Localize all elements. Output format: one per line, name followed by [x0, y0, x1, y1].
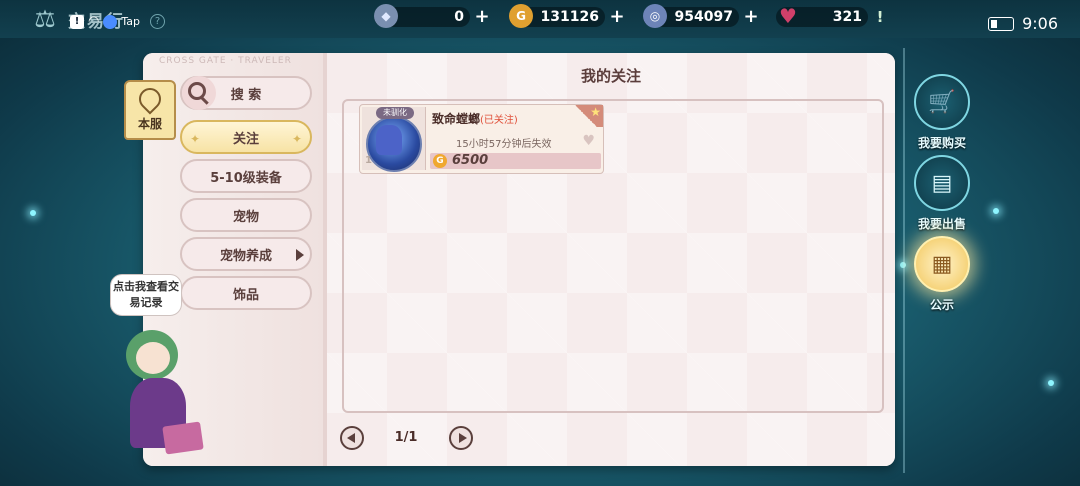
time-label: 9:06 — [1022, 14, 1058, 33]
nav-sell-label: 我要出售 — [917, 217, 966, 231]
untamed-badge: 未驯化 — [376, 107, 414, 119]
sparkle-left-icon: ✦ — [190, 132, 201, 146]
cart-icon: 🛒 — [914, 74, 970, 130]
trade-record-bubble[interactable]: 点击我查看交易记录 — [110, 274, 182, 316]
tap-label: Tap — [121, 15, 140, 28]
item-price: 6500 — [452, 153, 489, 168]
add-gold-button[interactable]: + — [609, 8, 625, 26]
item-level: 1 — [365, 155, 372, 166]
system-clock: 9:06 — [988, 14, 1058, 33]
gold-coin-icon: G — [433, 154, 447, 168]
character-face — [136, 342, 170, 374]
status-bar-icons: ! ◠ Tap ? — [70, 14, 165, 29]
followed-tag: (已关注) — [480, 115, 518, 126]
wifi-icon: ◠ — [88, 14, 100, 29]
category-label: 宠物 — [232, 209, 259, 225]
prev-page-button[interactable] — [340, 426, 364, 450]
resource-diamond: ◆ 0 + — [374, 4, 490, 28]
gem-icon: ◆ — [374, 4, 398, 28]
expand-arrow-icon — [296, 249, 304, 261]
add-crystal-button[interactable]: + — [743, 8, 759, 26]
star-icon: ★ — [590, 105, 601, 119]
item-name-text: 致命螳螂 — [432, 112, 481, 126]
category-label: 关注 — [232, 131, 259, 147]
server-region-tag[interactable]: 本服 — [124, 80, 176, 140]
sparkle-decoration — [993, 208, 999, 214]
top-bar: ⚖ 交易行 ! ◠ Tap ? ◆ 0 + G 131126 + ◎ 95409… — [0, 0, 1080, 38]
page-title: 我的关注 — [580, 67, 641, 85]
search-button[interactable]: 搜 索 — [180, 76, 312, 110]
brand-watermark: CROSS GATE · TRAVELER — [159, 56, 292, 66]
nav-notice-label: 公示 — [929, 298, 954, 312]
nav-sell[interactable]: ▤ 我要出售 — [914, 155, 970, 232]
category-equipment[interactable]: 5-10级装备 — [180, 159, 312, 193]
price-bar: G 6500 — [430, 153, 601, 169]
blue-coin-icon: ◎ — [643, 4, 667, 28]
region-label: 本服 — [137, 117, 162, 131]
item-image: 未驯化 1 — [362, 107, 426, 172]
page-indicator: 1/1 — [394, 430, 418, 445]
resource-crystal: ◎ 954097 + — [643, 4, 759, 28]
category-pet[interactable]: 宠物 — [180, 198, 312, 232]
category-pet-training[interactable]: 宠物养成 — [180, 237, 312, 271]
item-card[interactable]: 未驯化 1 致命螳螂(已关注) 15小时57分钟后失效 G 6500 ♥ ★ — [359, 104, 604, 174]
nav-buy-label: 我要购买 — [917, 136, 966, 150]
category-label: 5-10级装备 — [210, 170, 282, 186]
nav-buy[interactable]: 🛒 我要购买 — [914, 74, 970, 151]
gift-box — [162, 421, 204, 455]
help-icon[interactable]: ? — [149, 14, 165, 29]
heart-icon: ♥ — [779, 4, 797, 28]
add-diamond-button[interactable]: + — [474, 8, 490, 26]
sparkle-right-icon: ✦ — [291, 132, 302, 146]
battery-icon — [988, 16, 1015, 31]
favorite-heart-icon[interactable]: ♥ — [582, 133, 595, 149]
location-pin-icon — [134, 83, 166, 115]
category-accessory[interactable]: 饰品 — [180, 276, 312, 310]
category-follow[interactable]: ✦ 关注 ✦ — [180, 120, 312, 154]
alert-icon: ! — [70, 14, 84, 29]
sparkle-decoration — [1048, 380, 1054, 386]
tap-app-icon — [103, 14, 118, 29]
star-corner-badge: ★ — [569, 105, 603, 127]
item-expire-time: 15小时57分钟后失效 — [456, 139, 552, 150]
sparkle-decoration — [30, 210, 36, 216]
nav-notice[interactable]: ▦ 公示 — [914, 236, 970, 313]
merchant-character[interactable] — [112, 322, 220, 472]
category-label: 宠物养成 — [219, 248, 272, 264]
mantis-icon — [376, 125, 402, 155]
hearts-info-button[interactable]: ! — [872, 9, 888, 25]
resource-gold: G 131126 + — [509, 4, 625, 28]
search-icon — [182, 76, 216, 110]
notice-board-icon: ▦ — [914, 236, 970, 292]
search-label: 搜 索 — [230, 87, 262, 103]
scale-icon: ⚖ — [34, 5, 56, 33]
sell-card-icon: ▤ — [914, 155, 970, 211]
next-page-button[interactable] — [449, 426, 473, 450]
right-nav-divider — [903, 48, 905, 473]
gold-coin-icon: G — [509, 4, 533, 28]
resource-hearts: ♥ 321 ! — [776, 4, 888, 28]
item-name: 致命螳螂(已关注) — [432, 110, 518, 127]
category-label: 饰品 — [232, 287, 259, 303]
